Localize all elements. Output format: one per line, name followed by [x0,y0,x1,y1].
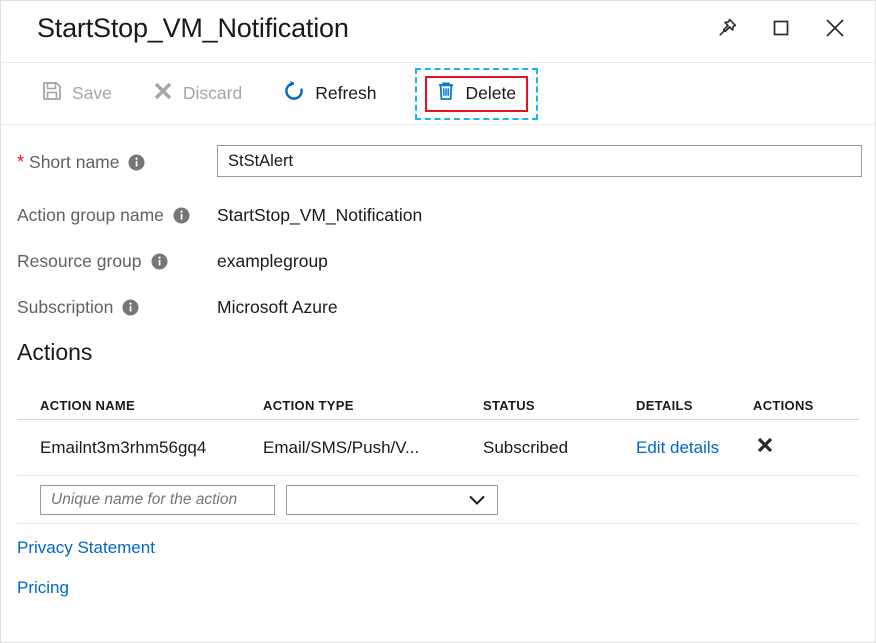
table-row[interactable]: Emailnt3m3rhm56gq4 Email/SMS/Push/V... S… [17,420,859,476]
discard-button[interactable]: Discard [140,74,254,114]
action-group-blade: StartStop_VM_Notification [0,0,876,643]
maximize-icon [769,16,793,43]
column-header-status: STATUS [483,398,636,413]
pin-button[interactable] [705,7,749,51]
action-group-name-value: StartStop_VM_Notification [217,205,422,226]
subscription-label: Subscription [17,297,139,318]
resource-group-label: Resource group [17,251,168,272]
maximize-button[interactable] [759,7,803,51]
cell-action-name: Emailnt3m3rhm56gq4 [17,438,263,458]
delete-annotation-highlight: Delete [415,68,539,120]
info-icon[interactable] [122,299,139,316]
resource-group-label-text: Resource group [17,251,142,272]
refresh-icon [282,79,306,108]
resource-group-value: examplegroup [217,251,328,272]
cell-status: Subscribed [483,438,636,458]
command-toolbar: Save Discard Refresh [1,63,875,125]
short-name-label: * Short name [17,152,145,173]
save-icon [41,80,63,107]
action-group-name-label: Action group name [17,205,190,226]
discard-label: Discard [183,83,242,104]
field-short-name: * Short name [1,145,875,179]
save-label: Save [72,83,112,104]
table-header-row: ACTION NAME ACTION TYPE STATUS DETAILS A… [17,388,859,420]
column-header-action-type: ACTION TYPE [263,398,483,413]
delete-label: Delete [466,83,517,104]
field-subscription: Subscription Microsoft Azure [1,293,875,321]
field-resource-group: Resource group examplegroup [1,247,875,275]
column-header-actions: ACTIONS [753,398,859,413]
privacy-statement-link[interactable]: Privacy Statement [17,538,155,558]
window-controls [705,7,857,51]
short-name-input[interactable] [217,145,862,177]
short-name-label-text: Short name [29,152,119,173]
pin-icon [715,16,739,43]
info-icon[interactable] [151,253,168,270]
column-header-details: DETAILS [636,398,753,413]
column-header-action-name: ACTION NAME [17,398,263,413]
refresh-label: Refresh [315,83,376,104]
page-title: StartStop_VM_Notification [37,13,349,44]
new-action-type-select[interactable] [286,485,498,515]
required-marker: * [17,153,24,171]
delete-button[interactable]: Delete [425,76,529,112]
save-button[interactable]: Save [29,74,124,114]
actions-section-heading: Actions [17,339,875,366]
edit-details-link[interactable]: Edit details [636,438,719,457]
new-action-row [17,476,859,524]
footer-links: Privacy Statement Pricing [17,538,875,598]
close-button[interactable] [813,7,857,51]
blade-header: StartStop_VM_Notification [1,1,875,63]
remove-action-button[interactable] [755,435,775,458]
field-action-group-name: Action group name StartStop_VM_Notificat… [1,201,875,229]
info-icon[interactable] [128,154,145,171]
pricing-link[interactable]: Pricing [17,578,69,598]
cell-action-type: Email/SMS/Push/V... [263,438,483,458]
discard-icon [152,80,174,107]
action-group-name-label-text: Action group name [17,205,164,226]
subscription-label-text: Subscription [17,297,113,318]
info-icon[interactable] [173,207,190,224]
refresh-button[interactable]: Refresh [270,74,388,114]
new-action-name-input[interactable] [40,485,275,515]
chevron-down-icon [467,493,497,507]
actions-table: ACTION NAME ACTION TYPE STATUS DETAILS A… [17,388,859,524]
subscription-value: Microsoft Azure [217,297,338,318]
close-x-icon [755,435,775,458]
close-icon [822,15,848,44]
properties-form: * Short name Action group name [1,125,875,321]
trash-icon [435,80,457,107]
